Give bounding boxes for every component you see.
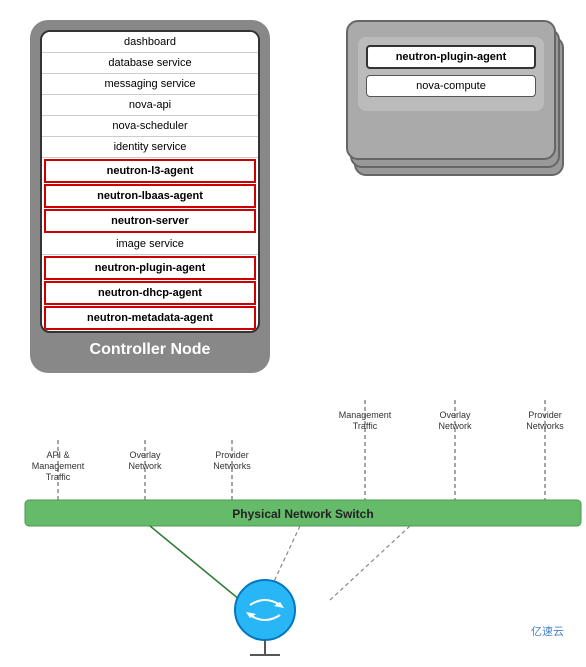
svg-text:Overlay: Overlay xyxy=(439,410,471,420)
service-nova-api: nova-api xyxy=(42,95,258,116)
service-neutron-lbaas: neutron-lbaas-agent xyxy=(44,184,256,208)
svg-text:API &: API & xyxy=(46,450,69,460)
service-dashboard: dashboard xyxy=(42,32,258,53)
svg-text:Traffic: Traffic xyxy=(353,421,378,431)
svg-text:Networks: Networks xyxy=(526,421,564,431)
service-neutron-plugin: neutron-plugin-agent xyxy=(44,256,256,280)
diagram-container: dashboard database service messaging ser… xyxy=(0,0,586,657)
svg-text:Traffic: Traffic xyxy=(46,472,71,482)
service-neutron-server: neutron-server xyxy=(44,209,256,233)
service-nova-scheduler: nova-scheduler xyxy=(42,116,258,137)
compute-neutron-plugin: neutron-plugin-agent xyxy=(366,45,536,69)
service-image: image service xyxy=(42,234,258,255)
controller-node-label: Controller Node xyxy=(40,341,260,363)
service-neutron-dhcp: neutron-dhcp-agent xyxy=(44,281,256,305)
controller-node: dashboard database service messaging ser… xyxy=(30,20,270,373)
service-messaging: messaging service xyxy=(42,74,258,95)
service-neutron-l3: neutron-l3-agent xyxy=(44,159,256,183)
service-database: database service xyxy=(42,53,258,74)
svg-text:Networks: Networks xyxy=(213,461,251,471)
svg-text:Management: Management xyxy=(32,461,85,471)
compute-inner: neutron-plugin-agent nova-compute xyxy=(358,37,544,111)
svg-text:Provider: Provider xyxy=(528,410,562,420)
compute-nova-compute: nova-compute xyxy=(366,75,536,97)
nodes-section: dashboard database service messaging ser… xyxy=(10,10,576,373)
watermark: 亿速云 xyxy=(531,623,564,639)
svg-text:Network: Network xyxy=(438,421,472,431)
compute-card-main: neutron-plugin-agent nova-compute xyxy=(346,20,556,160)
compute-node-label: Compute Node(s) xyxy=(336,186,556,204)
compute-stack: neutron-plugin-agent nova-compute xyxy=(346,20,556,180)
compute-node-wrapper: neutron-plugin-agent nova-compute Comput… xyxy=(336,20,556,204)
service-identity: identity service xyxy=(42,137,258,158)
svg-text:Physical Network Switch: Physical Network Switch xyxy=(232,507,373,521)
svg-text:Management: Management xyxy=(339,410,392,420)
svg-text:Overlay: Overlay xyxy=(129,450,161,460)
svg-text:Network: Network xyxy=(128,461,162,471)
service-neutron-metadata: neutron-metadata-agent xyxy=(44,306,256,330)
controller-inner: dashboard database service messaging ser… xyxy=(40,30,260,333)
svg-text:Provider: Provider xyxy=(215,450,249,460)
